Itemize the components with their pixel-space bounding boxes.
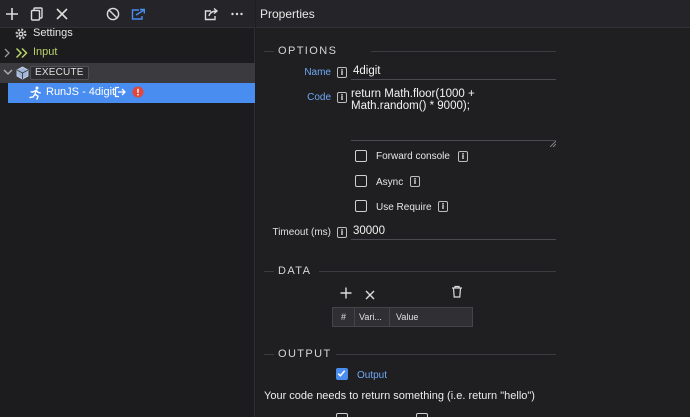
info-icon[interactable]: i [458,151,468,162]
forward-console-label: Forward console [376,151,450,162]
exit-icon [114,86,128,100]
section-divider [319,271,556,272]
timeout-label: Timeout (ms) [272,227,331,238]
gear-icon [14,27,28,41]
use-require-checkbox[interactable] [355,200,367,212]
forward-console-checkbox[interactable] [355,150,367,162]
output-section-title: OUTPUT [278,348,332,360]
section-divider [264,51,274,52]
input-arrows-icon [15,46,29,60]
chevron-down-icon[interactable] [2,67,14,79]
info-icon[interactable]: i [337,92,347,103]
info-icon[interactable]: i [438,201,448,212]
use-require-label: Use Require [376,202,432,213]
timeout-field-underline [351,239,556,240]
checkbox-partial[interactable] [416,413,428,417]
section-divider [336,354,556,355]
data-section-title: DATA [278,265,312,277]
cube-icon [16,66,30,80]
timeout-field[interactable]: 30000 [353,225,385,237]
remove-variable-icon[interactable] [365,287,375,305]
info-icon[interactable]: i [337,227,347,238]
async-checkbox[interactable] [355,175,367,187]
trash-icon[interactable] [451,285,463,303]
tree-item-label: Settings [33,27,73,39]
tree-item-execute[interactable]: EXECUTE [0,63,255,83]
options-section-title: OPTIONS [278,45,338,57]
tree-item-label: Input [33,46,58,58]
async-label: Async [376,177,404,188]
info-icon[interactable]: i [337,67,347,78]
checkbox-partial[interactable] [336,413,348,417]
checkmark-icon [337,370,346,377]
chevron-right-icon[interactable] [2,47,14,59]
execute-badge: EXECUTE [30,66,89,80]
plus-icon[interactable] [2,4,22,24]
running-man-icon [28,86,42,100]
code-label: Code [307,92,331,103]
workflow-tree-panel: Settings Input EXECUTE RunJS - 4digit [0,0,255,417]
more-icon[interactable] [227,4,247,24]
section-divider [264,354,274,355]
name-label: Name [304,67,331,78]
share-icon[interactable] [201,4,221,24]
tree-item-runjs[interactable]: RunJS - 4digit [8,83,255,103]
section-divider [371,51,556,52]
tree-item-label: RunJS - 4digit [46,86,116,98]
name-field-underline [351,79,556,80]
tree-item-settings[interactable]: Settings [0,24,255,44]
properties-panel: Properties OPTIONS Name i 4digit Code i … [256,0,690,417]
column-header[interactable]: Value [390,308,472,326]
error-icon [132,86,146,100]
properties-header: Properties [256,0,690,28]
column-header[interactable]: # [333,308,355,326]
add-variable-icon[interactable] [340,286,352,304]
output-checkbox[interactable] [336,368,348,380]
section-divider [264,271,274,272]
output-hint-text: Your code needs to return something (i.e… [264,390,535,402]
output-label: Output [357,370,388,381]
info-icon[interactable]: i [410,176,420,187]
properties-title: Properties [260,7,315,21]
tree-item-input[interactable]: Input [0,43,255,63]
disable-icon[interactable] [103,4,123,24]
export-icon[interactable] [128,4,148,24]
code-textarea[interactable]: return Math.floor(1000 + Math.random() *… [351,88,556,141]
copy-icon[interactable] [27,4,47,24]
name-field[interactable]: 4digit [353,65,381,77]
resize-grip-icon[interactable] [549,134,557,148]
column-header[interactable]: Vari... [355,308,390,326]
variables-table-header: # Vari... Value [332,307,473,327]
close-icon[interactable] [52,4,72,24]
